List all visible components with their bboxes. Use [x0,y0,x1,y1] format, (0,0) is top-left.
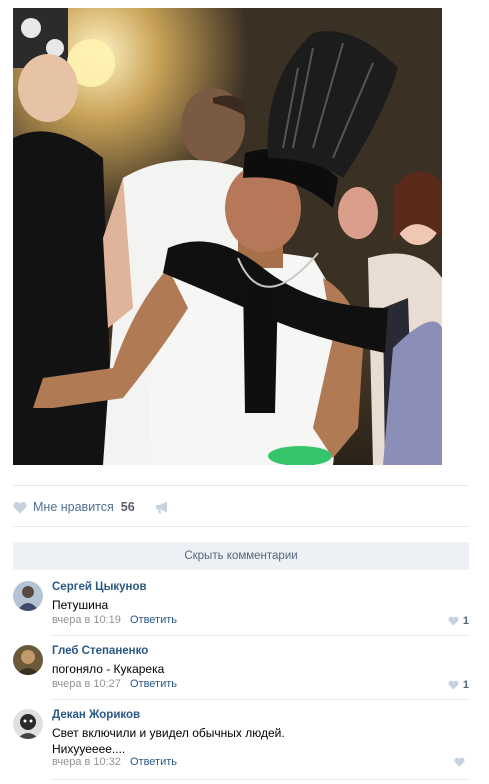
avatar[interactable] [13,645,43,675]
comment-text: Свет включили и увидел обычных людей. Ни… [52,725,285,757]
post-photo[interactable] [13,8,442,465]
comment-time[interactable]: вчера в 10:19 [52,614,121,626]
comment-time[interactable]: вчера в 10:32 [52,756,121,768]
comment-text-line: Петушина [52,598,109,612]
comment-time[interactable]: вчера в 10:27 [52,678,121,690]
comment-author[interactable]: Декан Жориков [52,709,140,721]
heart-icon [448,680,459,690]
divider [13,526,469,527]
comment-meta: вчера в 10:32 Ответить [52,756,177,768]
comment-item: Глеб Степаненко погоняло - Кукарека вчер… [13,645,469,699]
avatar[interactable] [13,709,43,739]
comment-like[interactable] [454,757,469,767]
comment-author[interactable]: Глеб Степаненко [52,645,148,657]
divider [13,485,469,486]
avatar[interactable] [13,581,43,611]
photo-image [13,8,442,465]
comment-like[interactable]: 1 [448,679,469,691]
megaphone-icon[interactable] [155,501,169,514]
reply-button[interactable]: Ответить [130,756,177,768]
reply-button[interactable]: Ответить [130,614,177,626]
divider [52,779,469,780]
comment-like-count: 1 [462,679,469,691]
like-count: 56 [120,500,135,514]
reply-button[interactable]: Ответить [130,678,177,690]
divider [52,635,469,636]
comment-text: погоняло - Кукарека [52,661,164,677]
comment-item: Декан Жориков Свет включили и увидел обы… [13,709,469,779]
heart-icon[interactable] [13,501,27,514]
comment-text-line: Нихууееее.... [52,742,126,756]
comment-text-line: Свет включили и увидел обычных людей. [52,726,285,740]
comment-like[interactable]: 1 [448,615,469,627]
divider [52,699,469,700]
comment-author[interactable]: Сергей Цыкунов [52,581,147,593]
comment-like-count: 1 [462,615,469,627]
heart-icon [448,616,459,626]
comment-meta: вчера в 10:19 Ответить [52,614,177,626]
comment-text: Петушина [52,597,108,613]
comment-item: Сергей Цыкунов Петушина вчера в 10:19 От… [13,581,469,635]
hide-comments-button[interactable]: Скрыть комментарии [13,542,469,570]
comment-meta: вчера в 10:27 Ответить [52,678,177,690]
comment-text-line: погоняло - Кукарека [52,662,165,676]
heart-icon [454,757,465,767]
like-bar: Мне нравится 56 [13,498,169,516]
like-label[interactable]: Мне нравится [33,500,114,514]
